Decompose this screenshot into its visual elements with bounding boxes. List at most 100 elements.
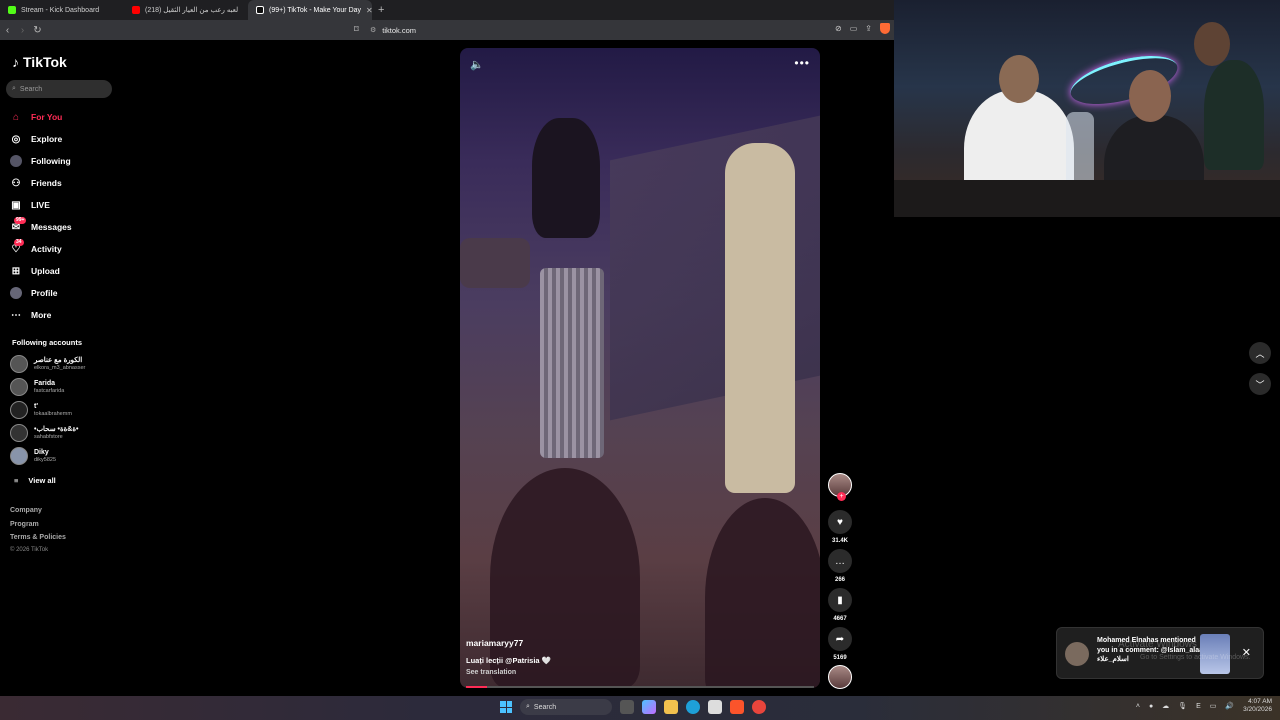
following-account[interactable]: t' tokaalbrahemm — [10, 401, 72, 419]
music-disc-icon — [828, 665, 852, 689]
url-text: tiktok.com — [382, 25, 417, 35]
forward-icon[interactable]: › — [15, 25, 30, 36]
volume-icon[interactable]: 🔊 — [1225, 702, 1234, 710]
sound-avatar-button[interactable] — [827, 665, 853, 689]
taskbar-search[interactable]: ⌕ Search — [520, 699, 612, 715]
sidebar-item-friends[interactable]: ⚇ Friends — [10, 172, 72, 194]
browser-tab-bar: Stream - Kick Dashboard لعبه رعب من العي… — [0, 0, 894, 20]
video-progress-bar[interactable] — [466, 686, 814, 688]
see-translation-link[interactable]: See translation — [466, 669, 516, 676]
video-dancer-right — [725, 143, 795, 493]
search-input[interactable]: ⌕ Search — [6, 80, 112, 98]
sidebar-item-profile[interactable]: Profile — [10, 282, 72, 304]
brave-icon[interactable] — [730, 700, 744, 714]
site-info-icon[interactable]: ⚙ — [370, 26, 376, 34]
sidebar-item-more[interactable]: ⋯ More — [10, 304, 72, 326]
creator-avatar-button[interactable]: + — [827, 473, 853, 501]
video-shadow — [705, 498, 820, 688]
url-field[interactable]: ⚙ tiktok.com — [370, 23, 416, 37]
mic-icon[interactable]: 🎙 — [1178, 702, 1187, 710]
like-button[interactable]: ♥ 31.4K — [827, 510, 853, 544]
tiktok-logo[interactable]: ♪ TikTok — [12, 54, 67, 70]
sidebar-item-explore[interactable]: ◎ Explore — [10, 128, 72, 150]
sidebar-item-following[interactable]: Following — [10, 150, 72, 172]
brave-shield-icon[interactable] — [880, 23, 890, 34]
notification-toast[interactable]: Mohamed Elnahas mentioned you in a comme… — [1056, 627, 1264, 679]
sidebar-item-live[interactable]: ▣ LIVE — [10, 194, 72, 216]
chrome-icon[interactable] — [752, 700, 766, 714]
share-arrow-icon: ➦ — [828, 627, 852, 651]
video-player[interactable]: 🔈 ••• mariamaryy77 Luați lecții @Patrisi… — [460, 48, 820, 688]
mute-site-icon[interactable]: ⊘ — [835, 24, 842, 33]
reload-icon[interactable]: ↻ — [30, 25, 45, 36]
streamer-head — [1129, 70, 1171, 122]
streamer-person — [1204, 60, 1264, 170]
share-button[interactable]: ➦ 5169 — [827, 627, 853, 661]
follow-plus-icon[interactable]: + — [837, 492, 846, 501]
sidebar-item-messages[interactable]: ✉ 99+ Messages — [10, 216, 72, 238]
activity-icon: ♡ 34 — [11, 239, 24, 255]
more-options-icon[interactable]: ••• — [794, 56, 810, 70]
activate-windows-watermark: Activate Windows — [1118, 639, 1197, 650]
view-all-link[interactable]: ≡ View all — [14, 476, 56, 485]
new-tab-button[interactable]: + — [372, 4, 390, 16]
bookmark-icon[interactable]: ⌑ — [354, 24, 359, 35]
language-indicator[interactable]: E — [1196, 703, 1201, 710]
chevron-up-icon: ︿ — [1255, 348, 1265, 359]
following-account[interactable]: Farida fastcarfarida — [10, 378, 64, 396]
cast-icon[interactable]: ▭ — [850, 24, 858, 33]
following-account[interactable]: الكورة مع عناصر elkora_m3_abnasser — [10, 355, 85, 373]
account-name: •ة&ةة• سحاب• — [34, 425, 79, 433]
tab-tiktok[interactable]: (99+) TikTok - Make Your Day ✕ — [248, 0, 372, 20]
save-button[interactable]: ▮ 4667 — [827, 588, 853, 622]
footer-company[interactable]: Company — [10, 507, 42, 514]
chevron-down-icon: ﹀ — [1255, 379, 1265, 390]
time: 4:07 AM — [1248, 698, 1272, 705]
next-video-button[interactable]: ﹀ — [1249, 373, 1271, 395]
following-account[interactable]: Diky diky5825 — [10, 447, 56, 465]
save-count: 4667 — [833, 616, 847, 622]
chevron-up-icon[interactable]: ˄ — [1136, 703, 1140, 710]
upload-icon: ⊞ — [11, 265, 21, 277]
copilot-icon[interactable] — [642, 700, 656, 714]
comment-icon: … — [828, 549, 852, 573]
video-progress-fill — [466, 686, 487, 688]
previous-video-button[interactable]: ︿ — [1249, 342, 1271, 364]
account-name: Farida — [34, 379, 56, 387]
tab-youtube[interactable]: لعبه رعب من العيار الثقيل (218) — [124, 0, 248, 20]
store-icon[interactable] — [708, 700, 722, 714]
share-icon[interactable]: ⇪ — [865, 24, 872, 33]
tray-app-icon[interactable]: ● — [1149, 703, 1153, 710]
friends-icon: ⚇ — [11, 177, 21, 189]
tiktok-icon — [256, 6, 264, 14]
edge-icon[interactable] — [686, 700, 700, 714]
comment-button[interactable]: … 266 — [827, 549, 853, 583]
task-view-icon[interactable] — [620, 700, 634, 714]
footer-terms[interactable]: Terms & Policies — [10, 534, 66, 541]
back-icon[interactable]: ‹ — [0, 25, 15, 36]
footer-program[interactable]: Program — [10, 521, 39, 528]
sidebar-item-activity[interactable]: ♡ 34 Activity — [10, 238, 72, 260]
sidebar-item-for-you[interactable]: ⌂ For You — [10, 106, 72, 128]
video-username[interactable]: mariamaryy77 — [466, 638, 523, 648]
streamer-head — [1194, 22, 1230, 66]
avatar — [10, 424, 28, 442]
toolbar-icons: ⊘ ▭ ⇪ — [835, 23, 890, 34]
taskbar-search-label: Search — [533, 703, 557, 711]
list-icon: ≡ — [14, 476, 19, 485]
messages-badge: 99+ — [14, 217, 27, 224]
account-handle: sahabfstore — [34, 433, 63, 440]
tab-label: (99+) TikTok - Make Your Day — [269, 6, 362, 14]
heart-icon: ♥ — [828, 510, 852, 534]
file-explorer-icon[interactable] — [664, 700, 678, 714]
sidebar-item-upload[interactable]: ⊞ Upload — [10, 260, 72, 282]
network-icon[interactable]: ▭ — [1210, 702, 1217, 710]
clock[interactable]: 4:07 AM 3/20/2026 — [1243, 698, 1272, 714]
tab-kick[interactable]: Stream - Kick Dashboard — [0, 0, 124, 20]
nav-label: Friends — [31, 178, 62, 188]
windows-start-icon[interactable] — [500, 701, 512, 713]
system-tray: ˄ ● ☁ 🎙 E ▭ 🔊 4:07 AM 3/20/2026 — [1136, 698, 1272, 714]
cloud-icon[interactable]: ☁ — [1162, 702, 1169, 710]
volume-icon[interactable]: 🔈 — [470, 58, 484, 71]
following-account[interactable]: •ة&ةة• سحاب• sahabfstore — [10, 424, 78, 442]
